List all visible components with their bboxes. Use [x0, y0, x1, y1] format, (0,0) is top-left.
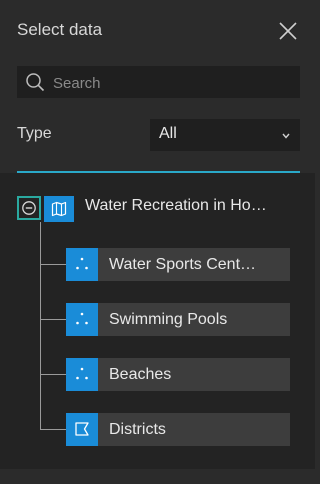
layer-tree: Water Recreation in Ho… Water Sports Cen…	[0, 173, 315, 469]
list-item-label: Swimming Pools	[109, 311, 228, 328]
tree-connector-h1	[40, 264, 66, 265]
list-item[interactable]: Districts	[66, 413, 290, 446]
list-item-label: Beaches	[109, 366, 172, 383]
list-item[interactable]: Swimming Pools	[66, 303, 290, 336]
list-item-label: Water Sports Cent…	[109, 256, 257, 273]
point-layer-icon	[76, 367, 88, 380]
map-icon	[51, 201, 67, 217]
search-input[interactable]	[51, 66, 295, 100]
polygon-layer-badge	[66, 413, 98, 446]
map-layer-badge	[44, 196, 74, 222]
chevron-down-icon	[282, 133, 290, 139]
collapse-button[interactable]	[17, 196, 41, 220]
point-layer-badge	[66, 303, 98, 336]
list-item[interactable]: Beaches	[66, 358, 290, 391]
point-layer-badge	[66, 248, 98, 281]
panel-title: Select data	[17, 20, 103, 39]
polygon-layer-icon	[75, 422, 89, 436]
collapse-minus-icon	[22, 201, 36, 215]
point-layer-icon	[76, 257, 88, 270]
type-select-value: All	[159, 125, 177, 142]
select-data-panel: Select data Type All	[0, 0, 315, 484]
point-layer-badge	[66, 358, 98, 391]
tree-connector-vertical	[40, 222, 41, 430]
tree-connector-h3	[40, 374, 66, 375]
search-box	[17, 66, 300, 100]
close-button[interactable]	[277, 20, 299, 42]
tree-connector-h4	[40, 429, 66, 430]
type-select[interactable]: All	[150, 119, 300, 151]
search-icon	[26, 73, 45, 92]
type-label: Type	[17, 125, 52, 142]
parent-layer-label[interactable]: Water Recreation in Ho…	[85, 197, 290, 215]
list-item-label: Districts	[109, 421, 166, 438]
point-layer-icon	[76, 312, 88, 325]
close-icon	[279, 22, 297, 40]
list-item[interactable]: Water Sports Cent…	[66, 248, 290, 281]
tree-connector-h2	[40, 319, 66, 320]
